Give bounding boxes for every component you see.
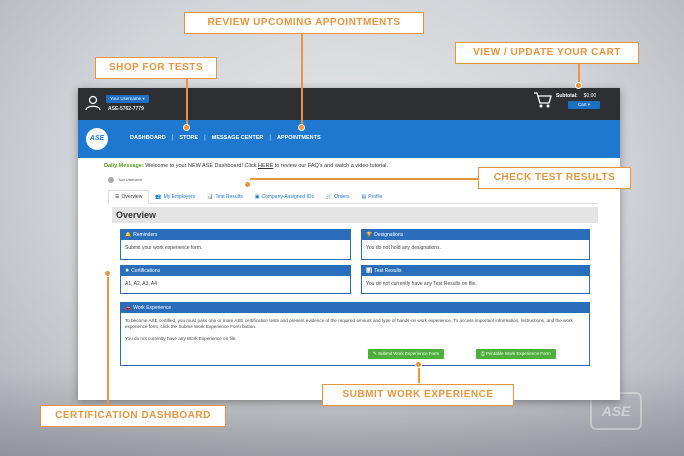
user-name: Your Username xyxy=(110,96,142,101)
profile-card-icon: ▤ xyxy=(361,193,367,200)
subtotal: Subtotal: $0.00 xyxy=(556,93,596,99)
badge-icon: ✸ xyxy=(125,268,130,274)
callout-check-test-results: CHECK TEST RESULTS xyxy=(478,167,631,189)
ase-logo[interactable]: ASE xyxy=(86,128,108,150)
designations-header: 🏆 Designations xyxy=(362,230,589,240)
subtotal-label: Subtotal: xyxy=(556,93,578,99)
nav-dashboard[interactable]: DASHBOARD xyxy=(124,135,172,141)
tab-overview[interactable]: ☰ Overview xyxy=(108,189,150,204)
tab-label: My Employers xyxy=(163,193,196,200)
cart-marker xyxy=(575,82,582,89)
shop-marker xyxy=(183,124,190,131)
tab-profile[interactable]: ▤ Profile xyxy=(356,190,389,204)
daily-message-text: Welcome to your NEW ASE Dashboard! Click xyxy=(143,163,258,169)
profile-line: Your Username xyxy=(108,175,142,185)
dashboard-tabs: ☰ Overview 👥 My Employers 📊 Test Results ▣ C… xyxy=(108,189,598,204)
users-icon: 👥 xyxy=(155,193,162,200)
check-connector xyxy=(250,178,478,180)
callout-shop-for-tests: SHOP FOR TESTS xyxy=(95,57,217,79)
reminders-panel: 🔔 Reminders Submit your work experience f… xyxy=(120,229,351,260)
id-card-icon: ▣ xyxy=(254,193,260,200)
certifications-panel: ✸ Certifications A1, A2, A3, A4 xyxy=(120,265,351,294)
cart-icon[interactable] xyxy=(533,91,553,109)
test-results-panel: 📊 Test Results You do not currently have … xyxy=(361,265,590,294)
callout-view-cart: VIEW / UPDATE YOUR CART xyxy=(455,42,639,64)
submit-work-experience-button[interactable]: ✎ Submit Work Experience Form xyxy=(368,349,445,359)
cart-icon: 🛒 xyxy=(325,193,333,200)
trophy-icon: 🏆 xyxy=(366,232,373,238)
subtotal-value: $0.00 xyxy=(583,93,597,99)
designations-body: You do not hold any designations. xyxy=(366,245,441,251)
tab-label: Overview xyxy=(121,193,143,200)
work-experience-status: You do not currently have any Work Exper… xyxy=(125,336,237,341)
check-marker xyxy=(244,181,251,188)
certification-marker xyxy=(104,270,111,277)
user-id: ASE-5762-7779 xyxy=(108,106,144,112)
list-icon: ☰ xyxy=(115,193,120,200)
callout-submit-work-experience: SUBMIT WORK EXPERIENCE xyxy=(322,384,514,406)
tab-company-assigned-ids[interactable]: ▣ Company-Assigned IDs xyxy=(249,190,320,204)
callout-review-appointments: REVIEW UPCOMING APPOINTMENTS xyxy=(184,12,424,34)
daily-message-link[interactable]: HERE xyxy=(258,163,273,169)
certification-connector xyxy=(107,276,109,412)
daily-message-label: Daily Message: xyxy=(104,163,144,169)
submit-marker xyxy=(415,361,422,368)
tab-my-employers[interactable]: 👥 My Employers xyxy=(149,190,201,204)
tab-orders[interactable]: 🛒 Orders xyxy=(320,190,356,204)
panel-title: Designations xyxy=(374,232,404,238)
avatar xyxy=(108,177,114,183)
review-marker xyxy=(298,124,305,131)
nav-message-center[interactable]: MESSAGE CENTER xyxy=(206,135,270,141)
panel-title: Reminders xyxy=(133,232,158,238)
cart-button[interactable]: Cart ▾ xyxy=(568,101,600,109)
bar-chart-icon: 📊 xyxy=(366,268,373,274)
panel-title: Certifications xyxy=(131,268,161,274)
certifications-body: A1, A2, A3, A4 xyxy=(125,281,157,287)
submit-connector xyxy=(418,367,420,383)
panel-title: Work Experience xyxy=(133,305,172,311)
daily-message-text-end: to review our FAQ's and watch a video tu… xyxy=(273,163,389,169)
printable-work-experience-button[interactable]: ⎙ Printable Work Experience Form xyxy=(476,349,556,359)
reminders-body[interactable]: Submit your work experience form. xyxy=(121,240,350,257)
test-results-header: 📊 Test Results xyxy=(362,266,589,276)
daily-message: Daily Message: Welcome to your NEW ASE D… xyxy=(104,163,388,169)
work-experience-description: To become ASE certified, you must pass o… xyxy=(125,318,573,329)
tab-test-results[interactable]: 📊 Test Results xyxy=(201,190,248,204)
test-results-body: You do not currently have any Test Resul… xyxy=(366,281,477,287)
panel-title: Test Results xyxy=(374,268,402,274)
designations-panel: 🏆 Designations You do not hold any design… xyxy=(361,229,590,260)
nav-store[interactable]: STORE xyxy=(173,135,204,141)
page-title: Overview xyxy=(112,207,598,223)
main-nav-bar: ASE DASHBOARD | STORE | MESSAGE CENTER |… xyxy=(78,120,620,158)
top-bar: Your Username ▾ ASE-5762-7779 Subtotal: $… xyxy=(78,88,620,120)
tab-label: Orders xyxy=(334,193,350,200)
app-window: Your Username ▾ ASE-5762-7779 Subtotal: $… xyxy=(78,88,620,400)
tab-label: Test Results xyxy=(215,193,243,200)
main-nav: DASHBOARD | STORE | MESSAGE CENTER | APP… xyxy=(124,135,327,141)
car-icon: 🚗 xyxy=(125,305,132,311)
tab-label: Company-Assigned IDs xyxy=(261,193,314,200)
shop-connector xyxy=(186,79,188,128)
profile-name: Your Username xyxy=(118,178,143,182)
reminders-header: 🔔 Reminders xyxy=(121,230,350,240)
bell-icon: 🔔 xyxy=(125,232,132,238)
work-experience-header: 🚗 Work Experience xyxy=(121,303,589,313)
callout-certification-dashboard: CERTIFICATION DASHBOARD xyxy=(40,405,226,427)
user-icon[interactable] xyxy=(84,94,102,112)
bar-chart-icon: 📊 xyxy=(207,193,214,200)
nav-appointments[interactable]: APPOINTMENTS xyxy=(271,135,327,141)
user-menu-button[interactable]: Your Username ▾ xyxy=(106,95,149,103)
review-connector xyxy=(301,34,303,128)
certifications-header: ✸ Certifications xyxy=(121,266,350,276)
tab-label: Profile xyxy=(368,193,383,200)
